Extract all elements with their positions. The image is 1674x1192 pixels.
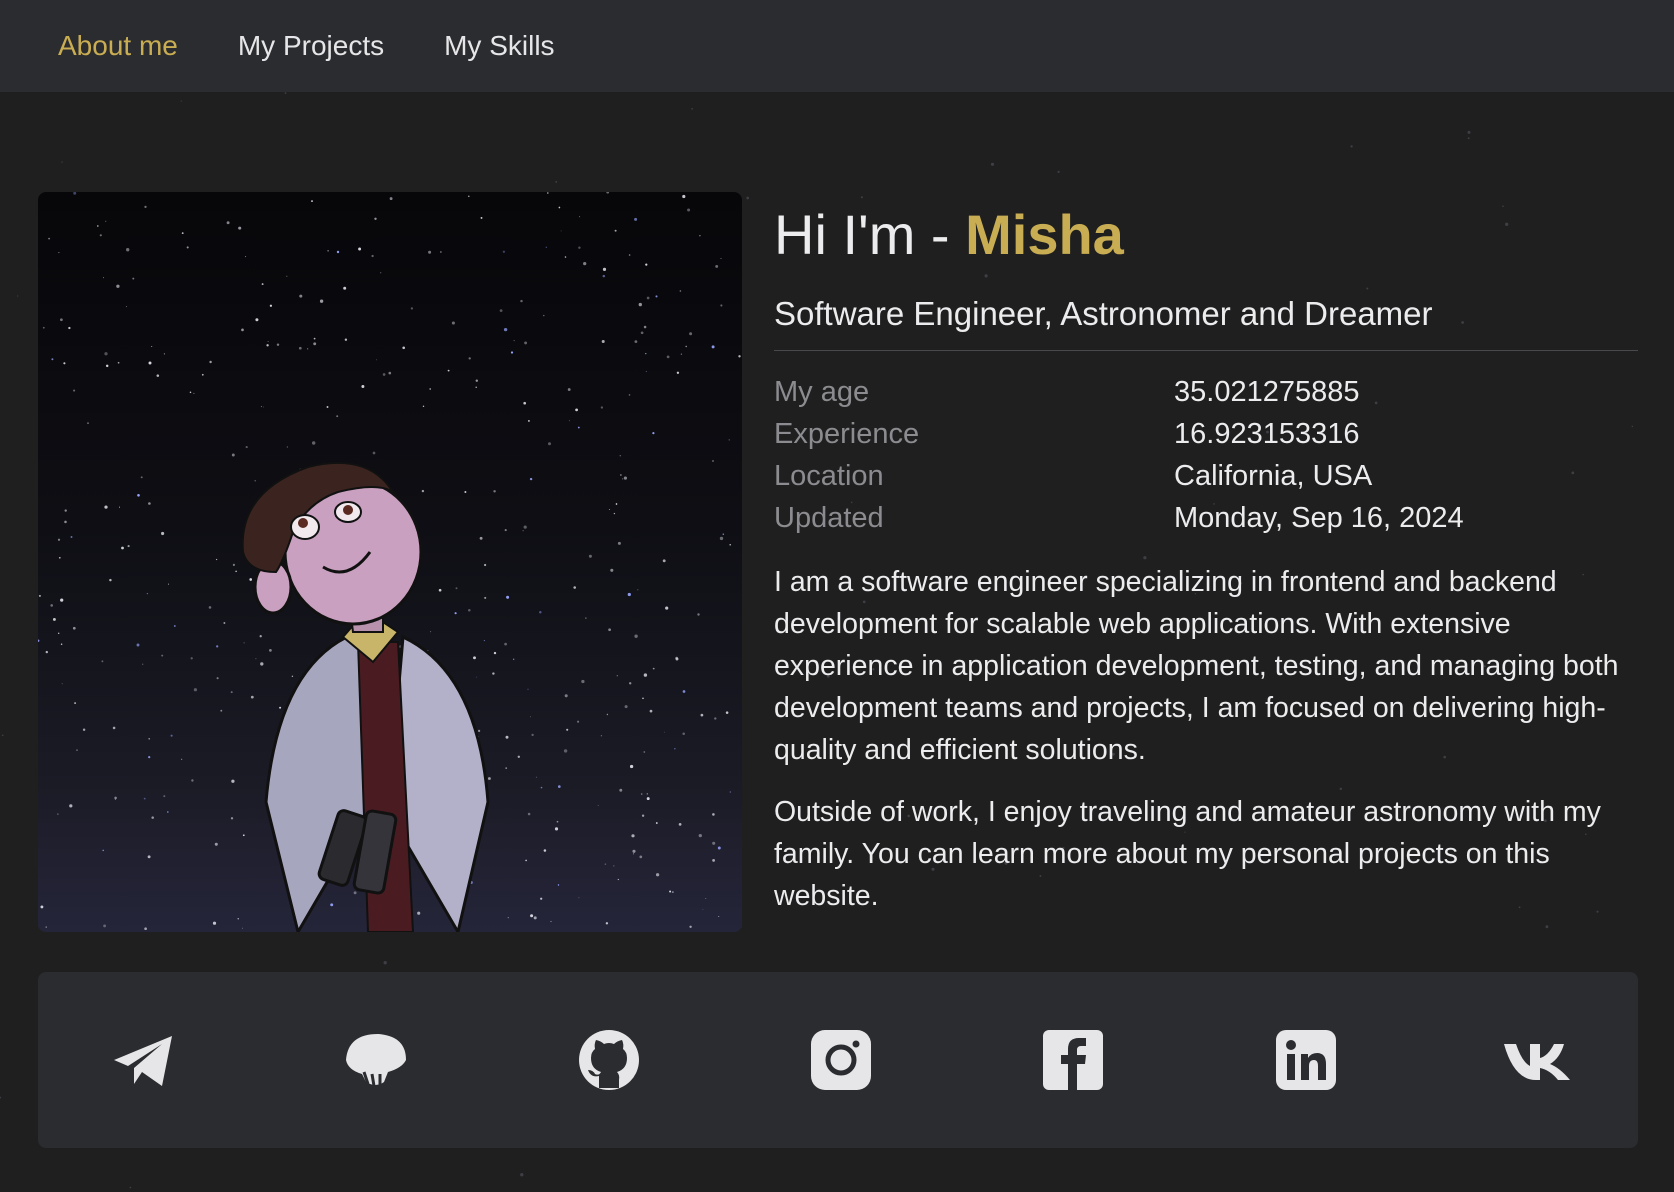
about-panel: Hi I'm - Misha Software Engineer, Astron… — [774, 200, 1638, 917]
fact-row-updated: Updated Monday, Sep 16, 2024 — [774, 497, 1638, 539]
telegram-icon — [114, 1036, 172, 1086]
bio-paragraph-1: I am a software engineer specializing in… — [774, 566, 1619, 766]
fact-label: Updated — [774, 501, 884, 534]
owner-name: Misha — [965, 203, 1124, 266]
nav-about-me[interactable]: About me — [58, 30, 178, 62]
fact-label: My age — [774, 375, 870, 408]
top-navbar: About me My Projects My Skills — [0, 0, 1674, 92]
social-links-bar — [38, 972, 1638, 1148]
nav-my-skills[interactable]: My Skills — [444, 30, 554, 62]
vk-icon — [1503, 1044, 1570, 1080]
profile-illustration — [38, 192, 742, 932]
mushroom-link[interactable] — [336, 1020, 416, 1100]
greeting-heading: Hi I'm - Misha — [774, 200, 1638, 270]
linkedin-link[interactable] — [1266, 1020, 1346, 1100]
fact-label: Location — [774, 459, 884, 492]
fact-row-location: Location California, USA — [774, 455, 1638, 497]
facebook-icon — [1043, 1030, 1104, 1090]
astronomer-figure — [241, 461, 490, 932]
fact-value: California, USA — [1174, 459, 1373, 492]
fact-row-experience: Experience 16.923153316 — [774, 413, 1638, 455]
fact-value: 35.021275885 — [1174, 375, 1360, 408]
fact-value: Monday, Sep 16, 2024 — [1174, 501, 1464, 534]
fact-value: 16.923153316 — [1174, 417, 1360, 450]
greeting-text: Hi I'm - — [774, 203, 966, 266]
linkedin-icon — [1275, 1030, 1336, 1090]
nav-my-projects[interactable]: My Projects — [238, 30, 384, 62]
mushroom-icon — [346, 1034, 407, 1087]
fact-row-age: My age 35.021275885 — [774, 371, 1638, 413]
telegram-link[interactable] — [104, 1020, 184, 1100]
instagram-link[interactable] — [801, 1020, 881, 1100]
github-icon — [578, 1030, 639, 1090]
job-subtitle: Software Engineer, Astronomer and Dreame… — [774, 292, 1638, 351]
facts-table: My age 35.021275885 Experience 16.923153… — [774, 371, 1638, 539]
bio-paragraph-2: Outside of work, I enjoy traveling and a… — [774, 796, 1601, 912]
github-link[interactable] — [569, 1020, 649, 1100]
facebook-link[interactable] — [1033, 1020, 1113, 1100]
instagram-icon — [810, 1030, 871, 1090]
fact-label: Experience — [774, 417, 920, 450]
vk-link[interactable] — [1498, 1020, 1578, 1100]
